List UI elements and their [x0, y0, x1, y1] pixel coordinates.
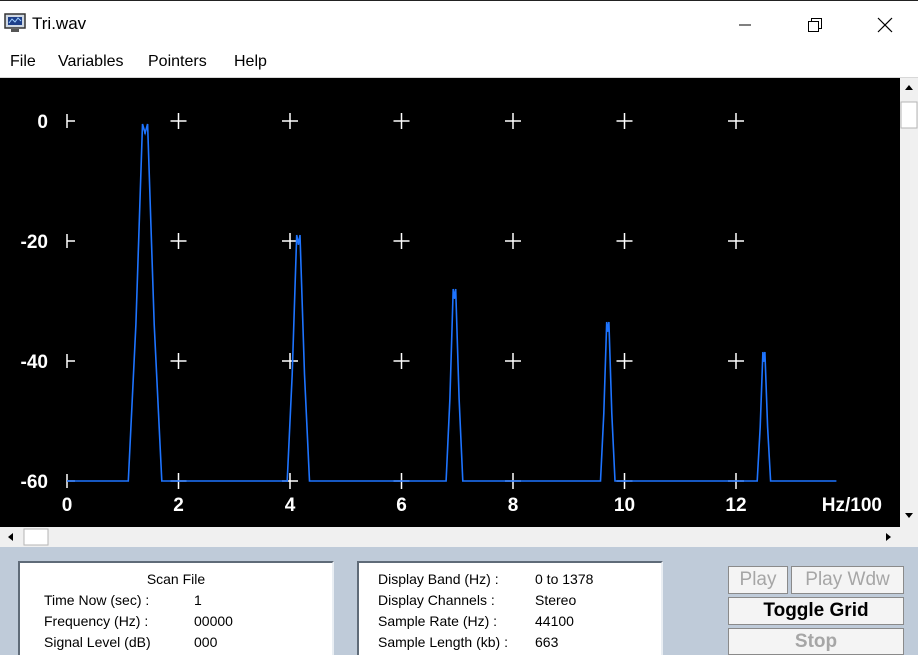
spectrum-chart: 0 -20 -40 -60 0 2 4 6 8 10 12 Hz/100 — [21, 112, 882, 516]
x-tick-label: 4 — [285, 495, 296, 516]
sample-rate-label: Sample Rate (Hz) : — [378, 613, 498, 629]
spectrum-peak-point — [297, 243, 300, 245]
time-now-value: 1 — [194, 592, 202, 608]
scroll-down-arrow-icon[interactable] — [905, 513, 913, 518]
display-band-label: Display Band (Hz) : — [378, 571, 499, 587]
close-icon — [877, 17, 893, 33]
scroll-up-arrow-icon[interactable] — [905, 85, 913, 90]
scroll-left-arrow-icon[interactable] — [8, 533, 13, 541]
y-tick-label: -20 — [21, 232, 48, 253]
y-tick-label: 0 — [37, 112, 48, 133]
horizontal-scrollbar[interactable] — [0, 527, 900, 547]
frequency-value: 00000 — [194, 613, 233, 629]
x-tick-label: 8 — [508, 495, 519, 516]
menu-pointers[interactable]: Pointers — [148, 53, 207, 71]
spectrum-line — [67, 123, 837, 482]
minimize-button[interactable] — [722, 9, 768, 41]
display-channels-value: Stereo — [535, 592, 577, 608]
display-band-value: 0 to 1378 — [535, 571, 594, 587]
title-bar: Tri.wav — [0, 0, 918, 48]
spectrum-peak-point — [453, 297, 456, 299]
frequency-label: Frequency (Hz) : — [44, 613, 149, 629]
y-tick-label: -40 — [21, 352, 48, 373]
file-info-panel: Display Band (Hz) : 0 to 1378 Display Ch… — [357, 561, 663, 655]
spectrum-peak-point — [144, 132, 147, 134]
maximize-button[interactable] — [792, 9, 838, 41]
menu-file[interactable]: File — [10, 53, 36, 71]
signal-level-value: 000 — [194, 634, 218, 650]
control-area: Scan File Time Now (sec) : 1 Frequency (… — [0, 547, 918, 655]
restore-icon — [808, 18, 822, 32]
horizontal-scroll-thumb[interactable] — [23, 528, 49, 546]
stop-button[interactable]: Stop — [728, 628, 904, 655]
x-tick-label: 12 — [725, 495, 746, 516]
scan-panel-title: Scan File — [146, 571, 206, 587]
time-now-label: Time Now (sec) : — [44, 592, 150, 608]
window-title: Tri.wav — [32, 14, 87, 33]
toggle-grid-button[interactable]: Toggle Grid — [728, 597, 904, 625]
sample-rate-value: 44100 — [535, 613, 574, 629]
display-channels-label: Display Channels : — [378, 592, 495, 608]
y-tick-label: -60 — [21, 472, 48, 493]
menu-bar: File Variables Pointers Help — [0, 48, 918, 78]
scroll-right-arrow-icon[interactable] — [886, 533, 891, 541]
x-tick-label: 2 — [173, 495, 184, 516]
close-button[interactable] — [862, 9, 908, 41]
spectrum-peak-point — [606, 330, 609, 332]
scrollbar-corner — [900, 527, 918, 547]
sample-length-value: 663 — [535, 634, 559, 650]
menu-help[interactable]: Help — [234, 53, 267, 71]
vertical-scrollbar[interactable] — [900, 78, 918, 527]
x-tick-label: 10 — [614, 495, 635, 516]
play-button[interactable]: Play — [728, 566, 788, 594]
play-window-button[interactable]: Play Wdw — [791, 566, 904, 594]
spectrum-plot[interactable]: 0 -20 -40 -60 0 2 4 6 8 10 12 Hz/100 — [0, 78, 900, 527]
monitor-icon — [4, 13, 26, 32]
minimize-icon — [739, 24, 751, 26]
x-tick-label: 0 — [62, 495, 73, 516]
sample-length-label: Sample Length (kb) : — [378, 634, 508, 650]
menu-variables[interactable]: Variables — [58, 53, 124, 71]
signal-level-label: Signal Level (dB) — [44, 634, 151, 650]
spectrum-peak-point — [762, 360, 765, 362]
scan-file-panel: Scan File Time Now (sec) : 1 Frequency (… — [18, 561, 334, 655]
x-axis-label: Hz/100 — [822, 495, 882, 516]
vertical-scroll-thumb[interactable] — [900, 101, 918, 129]
x-tick-label: 6 — [396, 495, 407, 516]
